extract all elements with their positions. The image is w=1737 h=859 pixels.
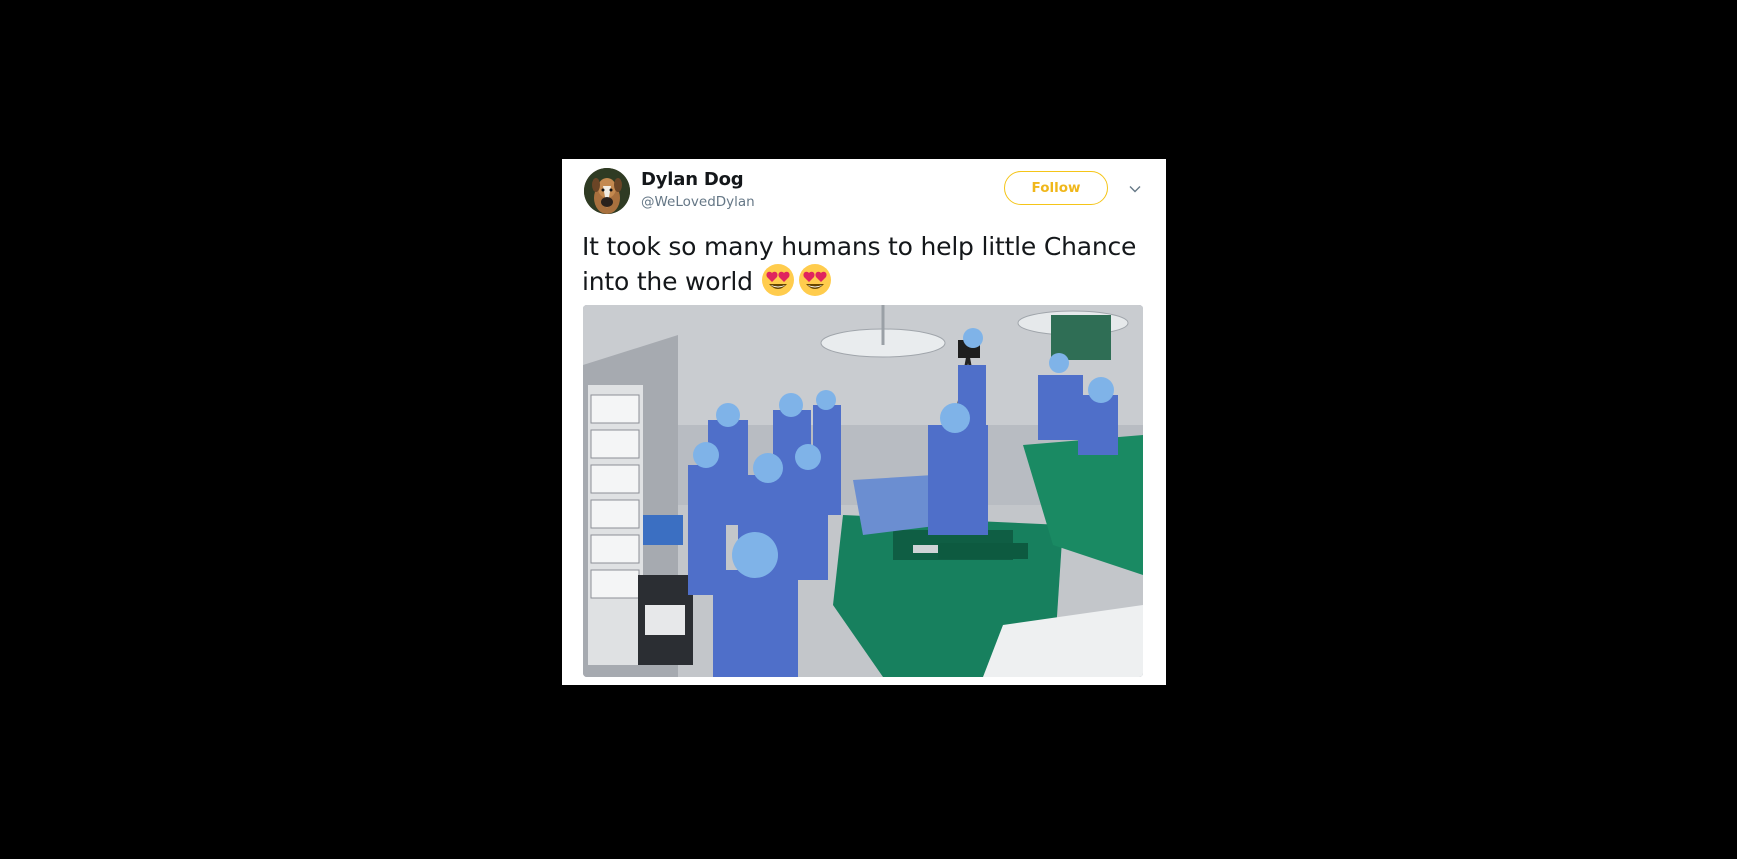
surgical-team-operating-room-photo [583,305,1143,677]
author-display-name[interactable]: Dylan Dog [641,169,744,190]
author-handle[interactable]: @WeLovedDylan [641,194,755,210]
boxer-dog-avatar-icon [584,168,630,214]
tweet-media-photo[interactable] [583,305,1143,677]
tweet-card: Dylan Dog @WeLovedDylan Follow It took s… [562,159,1166,685]
tweet-body: It took so many humans to help little Ch… [582,232,1137,296]
heart-eyes-emoji-icon [798,263,832,297]
tweet-text: It took so many humans to help little Ch… [582,230,1152,298]
heart-eyes-emoji-icon [761,263,795,297]
follow-button[interactable]: Follow [1004,171,1108,205]
author-avatar[interactable] [584,168,630,214]
chevron-down-icon[interactable] [1128,181,1142,195]
